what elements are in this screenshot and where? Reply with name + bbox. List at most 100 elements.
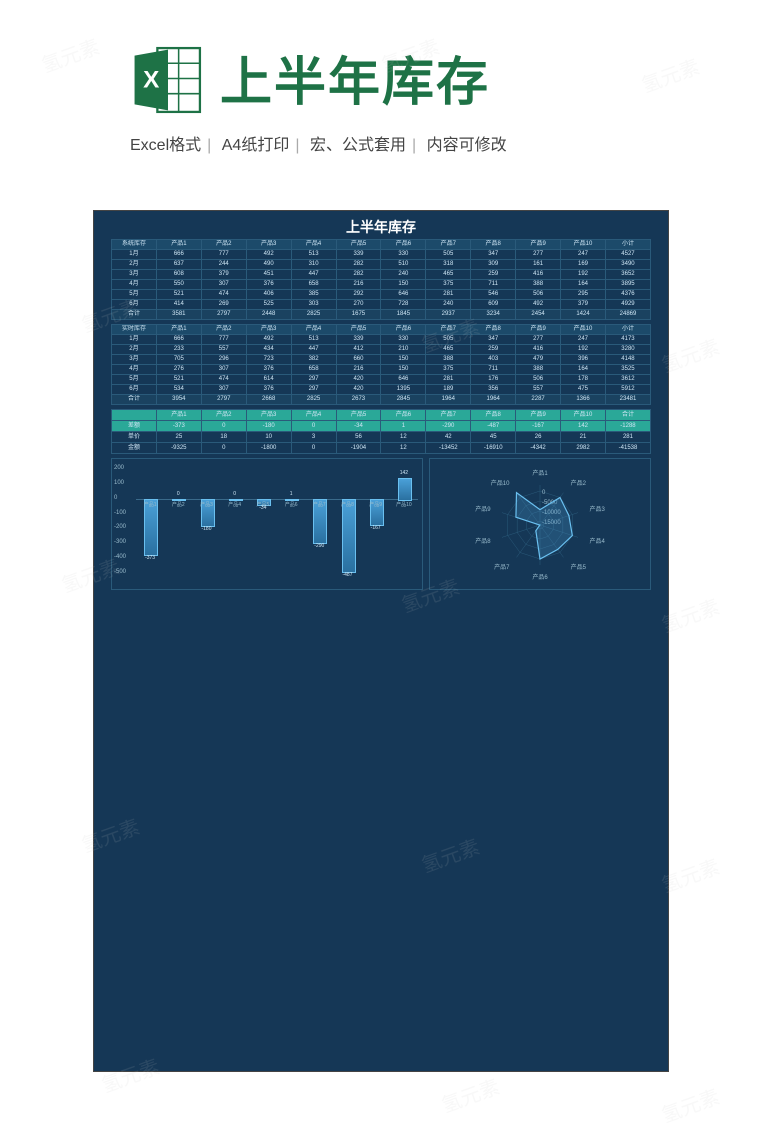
table-cell: 3 [291,432,336,443]
table-cell: 475 [561,385,606,395]
table-cell: 150 [381,355,426,365]
table-cell: 产品2 [201,240,246,250]
table-cell: 2287 [516,395,561,405]
table-cell: 347 [471,335,516,345]
table-cell: 216 [336,280,381,290]
table-cell: 330 [381,335,426,345]
table-cell: -13452 [426,443,471,454]
table-cell: 307 [201,280,246,290]
table-cell: 244 [201,260,246,270]
table-cell: 660 [336,355,381,365]
svg-text:产品1: 产品1 [532,469,548,477]
table-cell: 310 [291,260,336,270]
svg-text:产品6: 产品6 [532,573,548,581]
table-cell: 2825 [291,395,336,405]
table-cell: 277 [516,250,561,260]
table-cell: 637 [156,260,201,270]
table-cell: 666 [156,250,201,260]
table-cell: 3280 [605,345,650,355]
table-cell: 161 [516,260,561,270]
bar-value-label: -487 [338,572,358,578]
table-cell: 4月 [112,280,157,290]
charts-row: 2001000-100-200-300-400-500 -373产品10产品2-… [111,458,651,590]
bar-category-label: 产品3 [195,501,219,508]
table-cell: 330 [381,250,426,260]
table-cell: 307 [201,385,246,395]
table-cell: 1 [381,421,426,432]
table-cell: 产品5 [336,325,381,335]
bar-category-label: 产品4 [223,501,247,508]
y-tick-label: -100 [114,510,126,516]
table-cell: 777 [201,335,246,345]
bar-value-label: -167 [366,525,386,531]
table-cell: 388 [516,280,561,290]
table-cell: 24869 [605,310,650,320]
table-cell: 506 [516,375,561,385]
bar-category-label: 产品2 [166,501,190,508]
table-cell: 282 [336,270,381,280]
svg-text:产品10: 产品10 [491,479,510,487]
document-preview: 上半年库存 系统库存产品1产品2产品3产品4产品5产品6产品7产品8产品9产品1… [93,210,669,1072]
table-cell: 合计 [605,410,650,421]
table-cell: 711 [471,280,516,290]
table-cell: 合计 [112,310,157,320]
table-cell: 506 [516,290,561,300]
bar-category-label: 产品5 [251,501,275,508]
table-cell: 5月 [112,290,157,300]
table-cell: 4929 [605,300,650,310]
table-cell: 0 [291,421,336,432]
table-cell: 303 [291,300,336,310]
table-cell: 297 [291,375,336,385]
table-cell: 412 [336,345,381,355]
table-cell: 447 [291,345,336,355]
table-cell: 3234 [471,310,516,320]
table-cell: 小计 [605,325,650,335]
table-cell: 产品7 [426,240,471,250]
table-cell: 3490 [605,260,650,270]
table-cell: 150 [381,365,426,375]
table-cell: 2月 [112,345,157,355]
y-tick-label: -300 [114,539,126,545]
table-cell: 233 [156,345,201,355]
separator: | [207,137,211,154]
table-cell: 388 [516,365,561,375]
table-cell: 5月 [112,375,157,385]
table-cell: 差额 [112,421,157,432]
meta-item: 宏、公式套用 [310,137,406,154]
table-cell: 339 [336,335,381,345]
radar-svg: 0-5000-10000-15000产品1产品2产品3产品4产品5产品6产品7产… [430,459,650,589]
table-cell: 474 [201,375,246,385]
table-cell: 0 [201,443,246,454]
table-cell: 产品10 [561,325,606,335]
table-cell: -290 [426,421,471,432]
table-cell: 281 [605,432,650,443]
y-tick-label: -400 [114,554,126,560]
table-cell: 产品4 [291,325,336,335]
table-cell: 376 [246,385,291,395]
table-cell: -373 [156,421,201,432]
table-cell: 608 [156,270,201,280]
table-cell: 1月 [112,335,157,345]
table-cell: 447 [291,270,336,280]
table-cell: 2937 [426,310,471,320]
table-cell: 产品1 [156,325,201,335]
table-cell: 12 [381,443,426,454]
table-cell: 247 [561,250,606,260]
table-cell: 614 [246,375,291,385]
table-cell: 2825 [291,310,336,320]
table-cell: 产品5 [336,410,381,421]
table-cell: 474 [201,290,246,300]
table-cell: -180 [246,421,291,432]
table-cell: 150 [381,280,426,290]
table-cell: 465 [426,345,471,355]
table-cell: 5912 [605,385,650,395]
svg-text:产品8: 产品8 [475,537,491,545]
table-cell: 产品9 [516,240,561,250]
table-cell: 546 [471,290,516,300]
table-cell: 513 [291,335,336,345]
table-cell: 3月 [112,270,157,280]
bar-value-label: -373 [140,555,160,561]
table-cell: 3月 [112,355,157,365]
table-cell: -1800 [246,443,291,454]
table-cell: 281 [426,290,471,300]
